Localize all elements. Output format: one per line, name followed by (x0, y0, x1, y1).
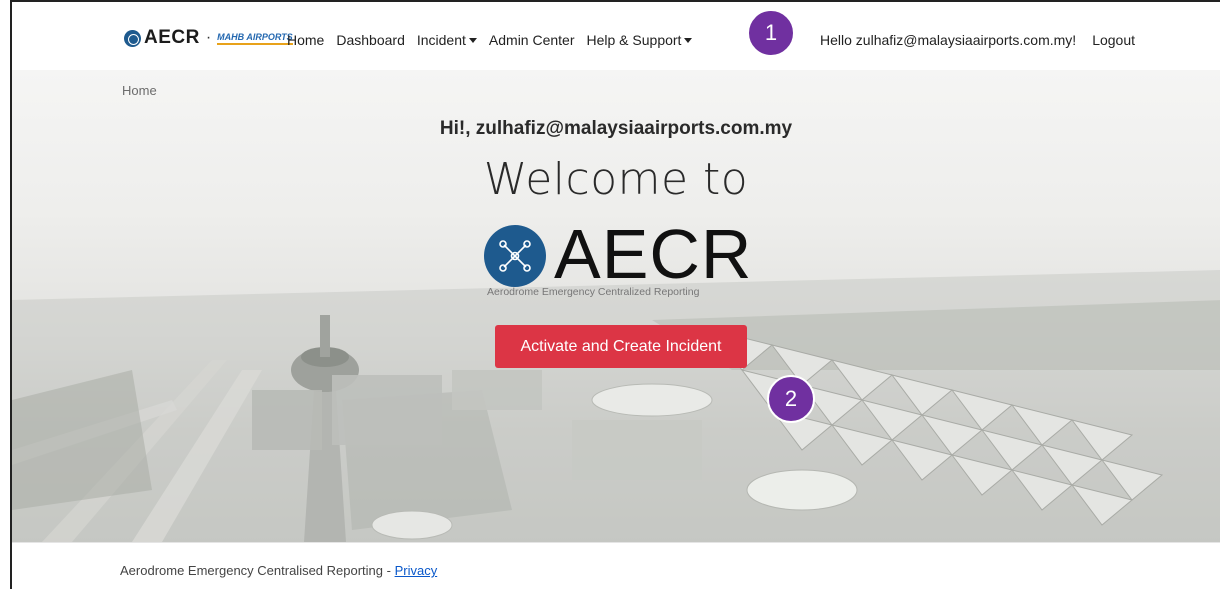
welcome-heading: Welcome to (483, 154, 749, 205)
caret-down-icon (468, 37, 477, 43)
activate-create-incident-button[interactable]: Activate and Create Incident (495, 325, 747, 368)
breadcrumb[interactable]: Home (122, 83, 157, 98)
aecr-logo-text: AECR (554, 215, 753, 293)
nav-help-support-dropdown[interactable]: Help & Support (587, 32, 693, 48)
annotation-marker-1: 1 (747, 9, 795, 57)
user-nav: Hello zulhafiz@malaysiaairports.com.my! … (820, 32, 1135, 48)
nav-help-support-label: Help & Support (586, 32, 682, 48)
annotation-marker-2: 2 (767, 375, 815, 423)
brand-separator: · (205, 29, 212, 46)
user-greeting-link[interactable]: Hello zulhafiz@malaysiaairports.com.my! (820, 32, 1076, 48)
nav-admin-center[interactable]: Admin Center (489, 32, 575, 48)
brand-name: AECR (144, 27, 200, 48)
aecr-network-icon (484, 225, 546, 287)
aecr-logo-subtitle: Aerodrome Emergency Centralized Reportin… (487, 286, 700, 298)
partner-logo: MAHB AIRPORTS (217, 32, 293, 45)
brand-logo[interactable]: AECR · MAHB AIRPORTS (124, 27, 293, 49)
main-nav: Home Dashboard Incident Admin Center Hel… (287, 32, 693, 48)
nav-dashboard[interactable]: Dashboard (336, 32, 405, 48)
nav-home[interactable]: Home (287, 32, 324, 48)
nav-incident-dropdown[interactable]: Incident (417, 32, 477, 48)
user-greeting-heading: Hi!, zulhafiz@malaysiaairports.com.my (439, 118, 793, 139)
airport-background-image (12, 270, 1220, 542)
footer-label: Aerodrome Emergency Centralised Reportin… (120, 563, 395, 578)
aecr-hero-logo: AECR Aerodrome Emergency Centralized Rep… (484, 215, 784, 306)
app-window: AECR · MAHB AIRPORTS Home Dashboard Inci… (10, 0, 1220, 589)
page-footer: Aerodrome Emergency Centralised Reportin… (12, 542, 1220, 589)
footer-text: Aerodrome Emergency Centralised Reportin… (120, 563, 437, 578)
hero-section: Home Hi!, zulhafiz@malaysiaairports.com.… (12, 70, 1220, 542)
aecr-logo-icon (124, 29, 141, 47)
logout-link[interactable]: Logout (1092, 32, 1135, 48)
caret-down-icon (684, 37, 693, 43)
top-navbar: AECR · MAHB AIRPORTS Home Dashboard Inci… (12, 2, 1220, 70)
nav-incident-label: Incident (416, 32, 466, 48)
privacy-link[interactable]: Privacy (395, 563, 438, 578)
